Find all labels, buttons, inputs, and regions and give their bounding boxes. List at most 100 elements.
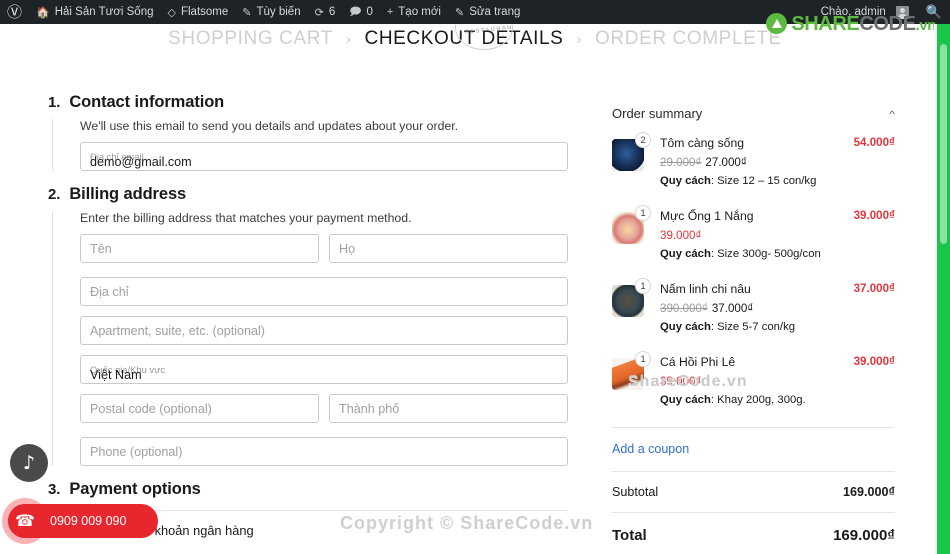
order-item-price: 390.000₫ 37.000₫ [660,299,844,319]
sharecode-logo: SHARECODE.vn [766,13,936,34]
order-item-thumb-wrap: 2 [612,132,651,191]
adminbar-item-new[interactable]: + Tạo mới [380,0,448,24]
order-item-meta: Quy cách: Size 300g- 500g/con [660,245,844,264]
postal-code-input[interactable]: Postal code (optional) [80,394,319,423]
first-name-input[interactable]: Tên [80,234,319,263]
add-coupon-link[interactable]: Add a coupon [612,427,895,471]
adminbar-item-customize[interactable]: ✎ Tùy biến [235,0,307,24]
order-item-name: Cá Hồi Phi Lê [660,355,736,370]
billing-name-row: Tên Họ [80,234,568,273]
order-summary-title: Order summary [612,106,703,121]
order-item-new-price: 39.000₫ [660,228,702,242]
vertical-scrollbar[interactable] [937,24,950,554]
country-value: Việt Nam [90,368,142,382]
brand-part-code: CODE [859,12,916,35]
tiktok-icon: ♪ [22,451,36,474]
adminbar-item-site[interactable]: 🏠 Hải Sản Tươi Sống [29,0,160,24]
order-item-info: Cá Hồi Phi Lê 39.000₫ Quy cách: Khay 200… [660,354,844,410]
contact-section-number: 1. [48,94,61,111]
adminbar-label-new: Tạo mới [398,6,441,18]
order-item-quantity: 1 [635,351,651,368]
order-summary-header[interactable]: Order summary ^ [612,100,895,135]
city-placeholder: Thành phố [339,401,400,416]
payment-section-number: 3. [48,481,61,498]
breadcrumb-separator: › [345,30,352,48]
chevron-up-icon[interactable]: ^ [889,108,895,119]
order-item-info: Nấm linh chi nâu 390.000₫ 37.000₫ Quy các… [660,281,844,337]
plus-icon: + [386,6,394,18]
scrollbar-thumb[interactable] [940,44,947,244]
payment-section-title: Payment options [69,480,201,498]
billing-section-number: 2. [48,186,61,203]
wordpress-icon[interactable]: Ⓥ [0,5,29,20]
adminbar-label-flatsome: Flatsome [180,6,229,18]
order-item-line-total: 39.000₫ [853,355,895,369]
subtotal-value: 169.000₫ [843,485,895,500]
adminbar-item-comments[interactable]: 🗩 0 [342,0,380,24]
billing-section-heading: 2. Billing address [48,185,568,204]
city-input[interactable]: Thành phố [329,394,568,423]
phone-floating-button[interactable]: ☎ 0909 009 090 [8,504,158,538]
phone-placeholder: Phone (optional) [90,444,183,459]
phone-input[interactable]: Phone (optional) [80,437,568,466]
browser-viewport: Ⓥ 🏠 Hải Sản Tươi Sống ◇ Flatsome ✎ Tùy b… [0,0,950,554]
order-item-line-total: 37.000₫ [853,282,895,296]
order-item-meta: Quy cách: Khay 200g, 300g. [660,391,844,410]
order-item-name: Tôm càng sống [660,136,745,150]
country-select[interactable]: Quốc gia/Khu vực Việt Nam [80,355,568,384]
seal-text: RESTAURANT [464,24,513,36]
order-item-quantity: 2 [635,132,651,148]
order-item-line-total: 54.000₫ [853,136,895,149]
order-item-line-total: 39.000₫ [853,209,895,223]
email-field-value: demo@gmail.com [90,155,192,169]
address-placeholder: Địa chỉ [90,284,129,299]
order-item-name: Nấm linh chi nâu [660,282,751,297]
email-field[interactable]: Địa chỉ email demo@gmail.com [80,142,568,171]
tiktok-floating-button[interactable]: ♪ [10,444,48,482]
total-label: Total [612,527,647,545]
order-item-new-price: 27.000₫ [705,155,747,169]
postal-code-placeholder: Postal code (optional) [90,401,212,416]
total-row: Total 169.000₫ [612,512,895,554]
contact-description: We'll use this email to send you details… [80,119,459,133]
breadcrumb-step-order-complete[interactable]: ORDER COMPLETE [595,28,782,50]
billing-section-title: Billing address [69,185,187,203]
order-item: 2 Tôm càng sống 29.000₫ 27.000₫ Quy cách:… [612,132,895,208]
order-item-meta-label: Quy cách [660,321,711,334]
order-item-thumb-wrap: 1 [612,351,651,410]
refresh-icon: ⟳ [314,6,324,19]
order-item-new-price: 37.000₫ [711,301,754,315]
edit-icon: ✎ [454,6,465,19]
comment-icon: 🗩 [349,5,362,18]
adminbar-item-updates[interactable]: ⟳ 6 [308,0,343,24]
phone-number-label: 0909 009 090 [50,514,127,528]
order-item-meta-label: Quy cách [660,248,711,261]
adminbar-item-flatsome[interactable]: ◇ Flatsome [161,0,236,24]
diamond-icon: ◇ [167,6,176,19]
adminbar-label-site: Hải Sản Tươi Sống [54,6,154,18]
contact-section-title: Contact information [69,93,225,111]
apartment-input[interactable]: Apartment, suite, etc. (optional) [80,316,568,345]
order-item-price: 39.000₫ [660,226,844,246]
order-item-meta-label: Quy cách [660,394,711,407]
breadcrumb-step-shopping-cart[interactable]: SHOPPING CART [168,28,333,50]
home-icon: 🏠 [36,6,50,19]
adminbar-label-updates: 6 [328,6,336,18]
adminbar-item-edit-page[interactable]: ✎ Sửa trang [448,0,527,24]
contact-section-body: We'll use this email to send you details… [52,119,568,171]
last-name-input[interactable]: Họ [329,234,568,263]
order-item-meta-value: : Size 300g- 500g/con [710,248,821,261]
order-item-meta-value: : Size 5-7 con/kg [710,321,796,334]
order-item-info: Tôm càng sống 29.000₫ 27.000₫ Quy cách: S… [660,135,844,191]
sharecode-wordmark: SHARECODE.vn [791,14,936,34]
subtotal-label: Subtotal [612,485,659,500]
address-input[interactable]: Địa chỉ [80,277,568,306]
apartment-placeholder: Apartment, suite, etc. (optional) [90,323,265,338]
order-item: 1 Cá Hồi Phi Lê 39.000₫ Quy cách: Khay 2… [612,351,895,427]
order-item-thumb-wrap: 1 [612,278,651,337]
order-item-quantity: 1 [635,205,651,222]
billing-description: Enter the billing address that matches y… [80,211,412,225]
order-item-thumb-wrap: 1 [612,205,651,264]
sharecode-mark-icon [766,13,788,34]
billing-city-row: Postal code (optional) Thành phố [80,394,568,433]
